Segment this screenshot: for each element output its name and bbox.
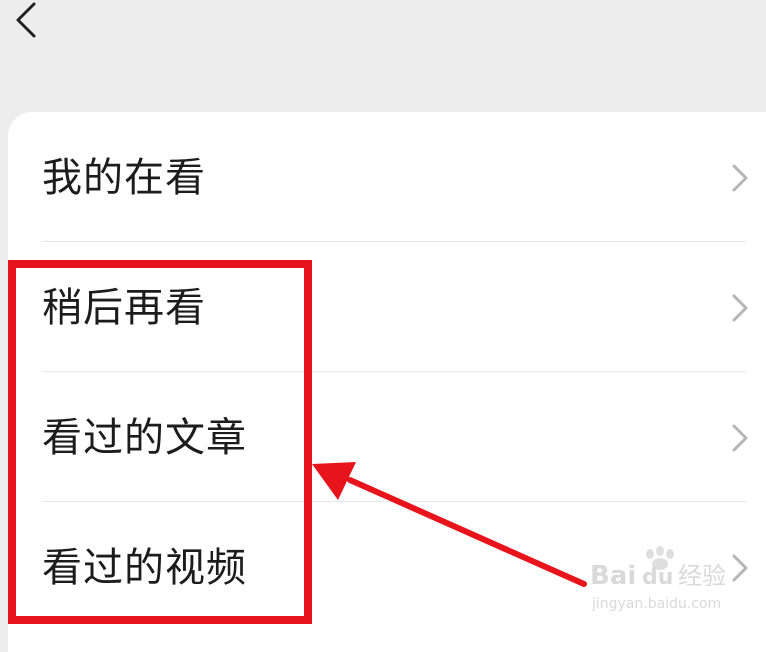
chevron-right-icon [732, 294, 748, 322]
watermark-logo: Bai du 经验 jingyan.baidu.com [586, 546, 736, 616]
menu-item-my-watching[interactable]: 我的在看 [8, 112, 766, 242]
paw-icon: Bai du 经验 jingyan.baidu.com [590, 546, 726, 612]
back-button[interactable] [4, 0, 48, 44]
menu-item-label: 我的在看 [42, 155, 206, 201]
chevron-right-icon [732, 164, 748, 192]
svg-text:经验: 经验 [678, 562, 726, 590]
menu-item-label: 看过的文章 [42, 415, 247, 461]
svg-text:Bai: Bai [590, 561, 636, 591]
svg-text:jingyan.baidu.com: jingyan.baidu.com [591, 596, 721, 612]
chevron-right-icon [732, 424, 748, 452]
svg-text:du: du [642, 565, 673, 590]
menu-item-label: 看过的视频 [42, 545, 247, 591]
menu-item-watch-later[interactable]: 稍后再看 [8, 242, 766, 372]
top-navigation-bar [0, 0, 766, 112]
menu-item-label: 稍后再看 [42, 285, 206, 331]
menu-item-viewed-articles[interactable]: 看过的文章 [8, 372, 766, 502]
chevron-left-icon [16, 2, 36, 38]
